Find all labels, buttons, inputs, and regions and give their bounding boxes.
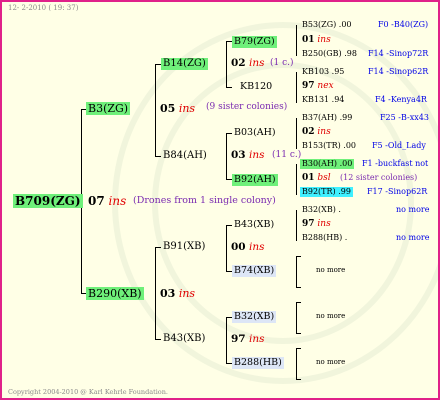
connector [155, 64, 156, 156]
connector [226, 133, 227, 179]
origin-b92-tr: F17 -Sinop62R [367, 187, 428, 196]
origin-b37: F25 -B-xx43 [380, 113, 429, 122]
b84-generation: 03 ins [231, 149, 265, 161]
connector [296, 302, 297, 333]
connector [296, 333, 301, 334]
copyright: Copyright 2004-2010 @ Karl Kehrle Founda… [8, 388, 168, 396]
queen-b153[interactable]: B153(TR) .00 [302, 142, 356, 150]
no-more-b288-l3: no more [316, 358, 346, 366]
queen-b84[interactable]: B84(AH) [163, 151, 207, 161]
print-date: 12- 2-2010 ( 19: 37) [8, 4, 79, 12]
connector [296, 210, 297, 241]
b79-generation: 01 ins [302, 35, 331, 45]
no-more-b32: no more [396, 205, 430, 214]
connector [296, 348, 297, 379]
connector [296, 287, 301, 288]
b3-note: (9 sister colonies) [206, 102, 288, 112]
queen-b74[interactable]: B74(XB) [232, 265, 277, 277]
no-more-b288: no more [396, 233, 430, 242]
queen-b37[interactable]: B37(AH) .99 [302, 114, 352, 122]
queen-b92-tr[interactable]: B92(TR) .99 [300, 187, 353, 197]
connector [296, 256, 297, 287]
b3-generation: 05 ins [160, 102, 196, 115]
queen-b288-l4[interactable]: B288(HB) . [302, 234, 347, 242]
connector [155, 339, 161, 340]
connector [296, 302, 301, 303]
b91-generation: 00 ins [231, 241, 265, 253]
queen-kb120[interactable]: KB120 [240, 82, 272, 92]
queen-b30[interactable]: B30(AH) .00 [300, 159, 355, 169]
b290-generation: 03 ins [160, 287, 196, 300]
queen-b250[interactable]: B250(GB) .98 [302, 50, 357, 58]
queen-b288[interactable]: B288(HB) [232, 357, 284, 369]
connector [296, 25, 297, 56]
b14-note: (1 c.) [270, 58, 294, 68]
connector [296, 72, 297, 103]
connector [155, 247, 156, 339]
connector [155, 156, 161, 157]
b92-note: (12 sister colonies) [340, 173, 418, 182]
queen-b91[interactable]: B91(XB) [163, 242, 205, 252]
queen-b32[interactable]: B32(XB) [232, 311, 277, 323]
connector [296, 164, 297, 195]
queen-b3[interactable]: B3(ZG) [86, 102, 131, 115]
connector [226, 225, 227, 271]
origin-b30: F1 -buckfast not [362, 159, 429, 168]
origin-kb131: F4 -Kenya4R [375, 95, 427, 104]
queen-kb103[interactable]: KB103 .95 [302, 68, 344, 76]
origin-b250: F14 -Sinop72R [368, 49, 429, 58]
b14-generation: 02 ins [231, 57, 265, 69]
connector [296, 379, 301, 380]
queen-b32-l4[interactable]: B32(XB) . [302, 206, 341, 214]
queen-kb131[interactable]: KB131 .94 [302, 96, 344, 104]
queen-b14[interactable]: B14(ZG) [161, 58, 208, 70]
queen-b290[interactable]: B290(XB) [86, 287, 144, 300]
connector [226, 87, 232, 88]
connector [226, 133, 232, 134]
connector [296, 348, 301, 349]
pedigree-frame: 12- 2-2010 ( 19: 37) B709(ZG) 07 ins (Dr… [0, 0, 440, 400]
root-queen[interactable]: B709(ZG) [13, 194, 83, 208]
b43-l3-generation: 97 ins [302, 219, 331, 229]
queen-b53[interactable]: B53(ZG) .00 [302, 21, 352, 29]
queen-b43-l2[interactable]: B43(XB) [163, 334, 205, 344]
queen-b03[interactable]: B03(AH) [234, 128, 276, 138]
connector [226, 225, 232, 226]
origin-b153: F5 -Old_Lady [372, 141, 426, 150]
connector [226, 317, 227, 363]
origin-kb103: F14 -Sinop62R [368, 67, 429, 76]
queen-b43[interactable]: B43(XB) [234, 220, 274, 230]
no-more-b32-l3: no more [316, 312, 346, 320]
connector [296, 256, 301, 257]
queen-b92[interactable]: B92(AH) [232, 174, 278, 186]
no-more-b74: no more [316, 266, 346, 274]
queen-b79[interactable]: B79(ZG) [232, 36, 277, 48]
kb120-generation: 97 nex [302, 81, 334, 91]
b92-generation: 01 bsl [302, 173, 331, 183]
connector [155, 247, 161, 248]
root-generation: 07 ins [88, 194, 127, 208]
b84-note: (11 c.) [272, 150, 302, 160]
connector [296, 118, 297, 149]
origin-b53: F0 -B40(ZG) [378, 20, 429, 29]
b43-generation: 97 ins [231, 333, 265, 345]
connector [226, 41, 227, 87]
b03-generation: 02 ins [302, 127, 331, 137]
root-note: (Drones from 1 single colony) [133, 195, 276, 206]
